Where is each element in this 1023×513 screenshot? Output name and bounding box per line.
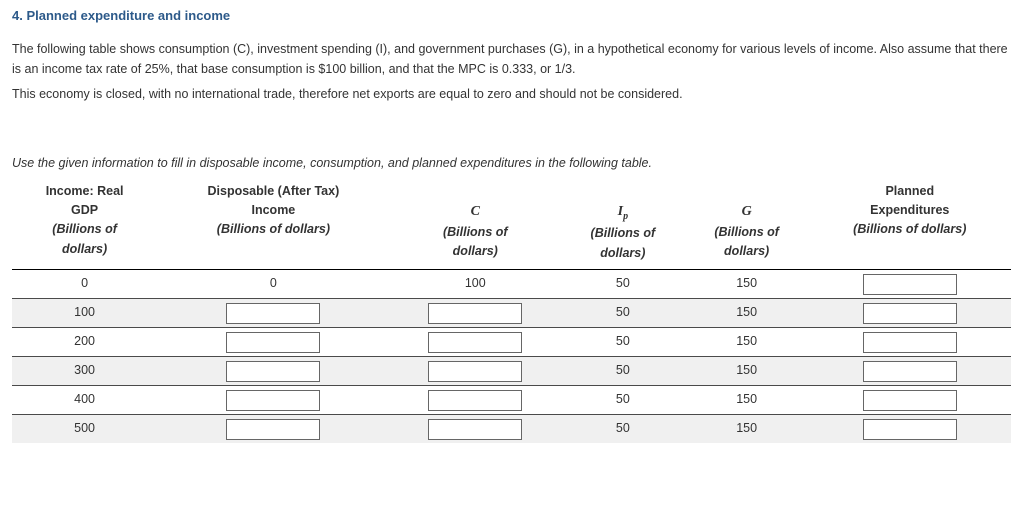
- cell-government: 150: [685, 357, 809, 386]
- cell-gdp: 100: [12, 299, 157, 328]
- col-header-investment: Ip (Billions ofdollars): [561, 180, 685, 270]
- cell-consumption: [390, 386, 561, 415]
- expenditure-table: Income: Real GDP (Billions ofdollars) Di…: [12, 180, 1011, 443]
- cell-planned-expenditures: [809, 415, 1011, 444]
- table-row: 0010050150: [12, 270, 1011, 299]
- col-header-government: G (Billions ofdollars): [685, 180, 809, 270]
- cell-consumption: 100: [390, 270, 561, 299]
- cell-planned-expenditures: [809, 328, 1011, 357]
- cell-consumption: [390, 328, 561, 357]
- col-header-disposable-income: Disposable (After Tax) Income (Billions …: [157, 180, 389, 270]
- planned-expenditures-input[interactable]: [863, 274, 957, 295]
- intro-paragraph-1: The following table shows consumption (C…: [12, 40, 1011, 79]
- cell-gdp: 400: [12, 386, 157, 415]
- cell-planned-expenditures: [809, 357, 1011, 386]
- consumption-input[interactable]: [428, 390, 522, 411]
- planned-expenditures-input[interactable]: [863, 361, 957, 382]
- table-row: 100 50150: [12, 299, 1011, 328]
- planned-expenditures-input[interactable]: [863, 332, 957, 353]
- consumption-input[interactable]: [428, 332, 522, 353]
- disposable-income-input[interactable]: [226, 361, 320, 382]
- cell-investment: 50: [561, 299, 685, 328]
- planned-expenditures-input[interactable]: [863, 303, 957, 324]
- col-header-consumption: C (Billions ofdollars): [390, 180, 561, 270]
- disposable-income-input[interactable]: [226, 332, 320, 353]
- cell-government: 150: [685, 386, 809, 415]
- cell-investment: 50: [561, 328, 685, 357]
- cell-government: 150: [685, 299, 809, 328]
- consumption-input[interactable]: [428, 303, 522, 324]
- cell-disposable-income: [157, 357, 389, 386]
- col-header-planned-expenditures: Planned Expenditures (Billions of dollar…: [809, 180, 1011, 270]
- cell-government: 150: [685, 270, 809, 299]
- disposable-income-input[interactable]: [226, 390, 320, 411]
- cell-planned-expenditures: [809, 299, 1011, 328]
- table-row: 500 50150: [12, 415, 1011, 444]
- table-row: 400 50150: [12, 386, 1011, 415]
- cell-investment: 50: [561, 386, 685, 415]
- planned-expenditures-input[interactable]: [863, 419, 957, 440]
- table-row: 200 50150: [12, 328, 1011, 357]
- cell-disposable-income: [157, 328, 389, 357]
- cell-planned-expenditures: [809, 386, 1011, 415]
- cell-consumption: [390, 299, 561, 328]
- cell-government: 150: [685, 415, 809, 444]
- section-heading: 4. Planned expenditure and income: [12, 6, 1011, 26]
- cell-disposable-income: 0: [157, 270, 389, 299]
- cell-consumption: [390, 415, 561, 444]
- cell-investment: 50: [561, 415, 685, 444]
- planned-expenditures-input[interactable]: [863, 390, 957, 411]
- cell-disposable-income: [157, 415, 389, 444]
- cell-investment: 50: [561, 270, 685, 299]
- consumption-input[interactable]: [428, 419, 522, 440]
- table-row: 300 50150: [12, 357, 1011, 386]
- cell-gdp: 0: [12, 270, 157, 299]
- cell-investment: 50: [561, 357, 685, 386]
- cell-gdp: 300: [12, 357, 157, 386]
- cell-government: 150: [685, 328, 809, 357]
- col-header-real-gdp: Income: Real GDP (Billions ofdollars): [12, 180, 157, 270]
- cell-disposable-income: [157, 299, 389, 328]
- intro-text: The following table shows consumption (C…: [12, 40, 1011, 104]
- disposable-income-input[interactable]: [226, 419, 320, 440]
- disposable-income-input[interactable]: [226, 303, 320, 324]
- cell-disposable-income: [157, 386, 389, 415]
- intro-paragraph-2: This economy is closed, with no internat…: [12, 85, 1011, 104]
- cell-planned-expenditures: [809, 270, 1011, 299]
- cell-consumption: [390, 357, 561, 386]
- consumption-input[interactable]: [428, 361, 522, 382]
- cell-gdp: 200: [12, 328, 157, 357]
- cell-gdp: 500: [12, 415, 157, 444]
- table-instruction: Use the given information to fill in dis…: [12, 154, 1011, 173]
